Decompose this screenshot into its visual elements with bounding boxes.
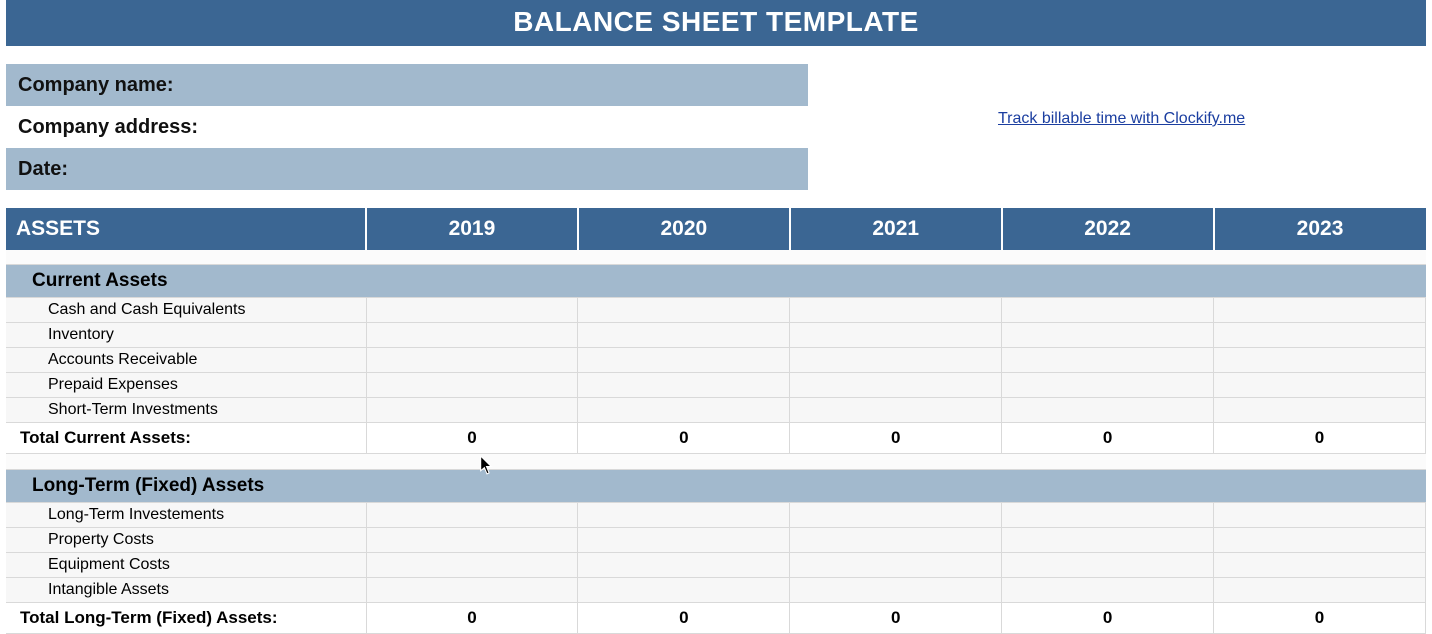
clockify-link[interactable]: Track billable time with Clockify.me [998, 110, 1245, 128]
total-current-assets: Total Current Assets: 0 0 0 0 0 [6, 422, 1426, 453]
page-title: BALANCE SHEET TEMPLATE [6, 0, 1426, 46]
table-row[interactable]: Accounts Receivable [6, 347, 1426, 372]
total-long-term-assets: Total Long-Term (Fixed) Assets: 0 0 0 0 … [6, 602, 1426, 633]
company-name-field[interactable]: Company name: [6, 64, 808, 106]
section-current-assets: Current Assets [6, 264, 1426, 297]
header-assets: ASSETS [6, 208, 366, 250]
company-address-field[interactable]: Company address: [6, 106, 808, 148]
company-info-block: Company name: Company address: Date: Tra… [6, 64, 1426, 190]
table-row[interactable]: Prepaid Expenses [6, 372, 1426, 397]
table-row[interactable]: Long-Term Investements [6, 502, 1426, 527]
table-row[interactable]: Property Costs [6, 527, 1426, 552]
table-row[interactable]: Equipment Costs [6, 552, 1426, 577]
header-year: 2020 [578, 208, 790, 250]
table-header-row: ASSETS 2019 2020 2021 2022 2023 [6, 208, 1426, 250]
table-row[interactable]: Short-Term Investments [6, 397, 1426, 422]
header-year: 2021 [790, 208, 1002, 250]
header-year: 2023 [1214, 208, 1426, 250]
table-row[interactable]: Intangible Assets [6, 577, 1426, 602]
header-year: 2022 [1002, 208, 1214, 250]
balance-sheet-table: ASSETS 2019 2020 2021 2022 2023 Current … [6, 208, 1426, 634]
table-row[interactable]: Cash and Cash Equivalents [6, 297, 1426, 322]
section-long-term-assets: Long-Term (Fixed) Assets [6, 469, 1426, 502]
header-year: 2019 [366, 208, 578, 250]
date-field[interactable]: Date: [6, 148, 808, 190]
table-row[interactable]: Inventory [6, 322, 1426, 347]
